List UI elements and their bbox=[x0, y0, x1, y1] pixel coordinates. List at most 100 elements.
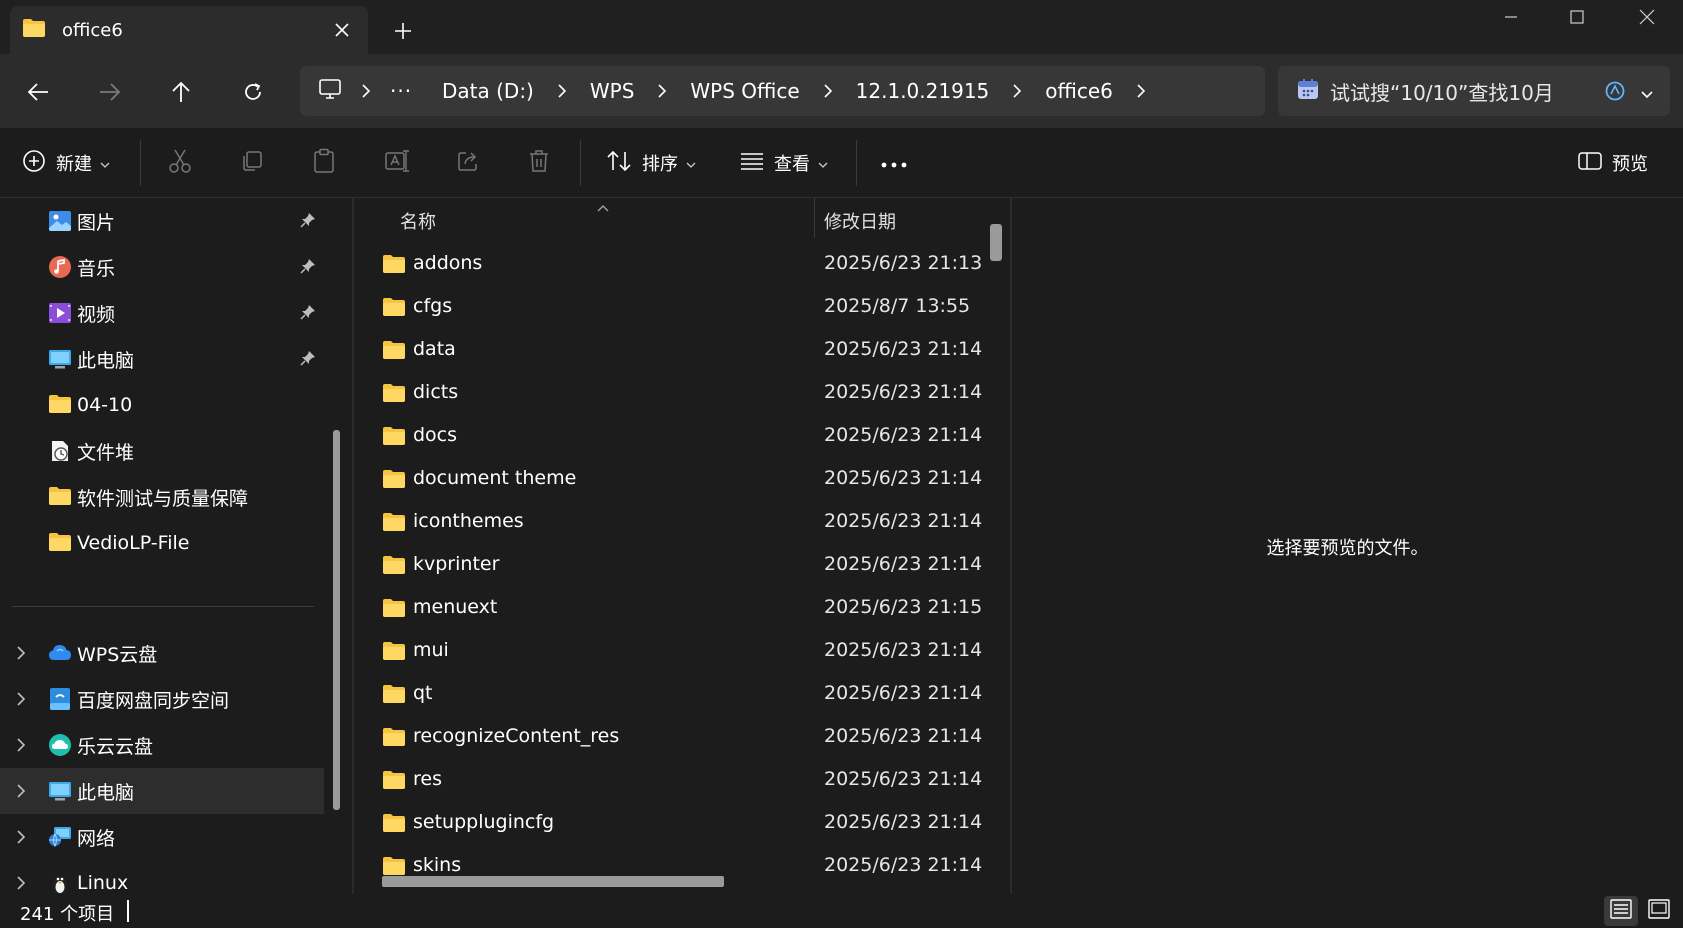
pin-icon[interactable] bbox=[300, 212, 316, 232]
pin-icon[interactable] bbox=[300, 258, 316, 278]
chevron-right-icon[interactable] bbox=[800, 83, 856, 99]
cut-button[interactable] bbox=[168, 147, 192, 179]
view-button[interactable]: 查看 bbox=[740, 147, 828, 179]
share-button[interactable] bbox=[456, 147, 480, 179]
sidebar-item-wps-cloud[interactable]: WPS云盘 bbox=[0, 630, 324, 676]
chevron-right-icon[interactable] bbox=[1113, 83, 1169, 99]
sidebar-item-this-pc[interactable]: 此电脑 bbox=[0, 768, 324, 814]
file-row[interactable]: data 2025/6/23 21:14 bbox=[354, 328, 994, 371]
folder-icon bbox=[382, 253, 406, 279]
file-row[interactable]: addons 2025/6/23 21:13 bbox=[354, 242, 994, 285]
file-row[interactable]: menuext 2025/6/23 21:15 bbox=[354, 586, 994, 629]
breadcrumb-office6[interactable]: office6 bbox=[1045, 79, 1113, 103]
chevron-right-icon[interactable] bbox=[16, 645, 26, 665]
folder-icon bbox=[48, 393, 72, 417]
rename-button[interactable] bbox=[384, 147, 410, 179]
minimize-button[interactable] bbox=[1478, 0, 1544, 34]
chevron-down-icon[interactable] bbox=[1640, 85, 1654, 104]
new-tab-button[interactable] bbox=[388, 16, 418, 46]
chevron-right-icon[interactable] bbox=[16, 875, 26, 894]
sidebar-item-videos[interactable]: 视频 bbox=[0, 290, 324, 336]
breadcrumb-wps-office[interactable]: WPS Office bbox=[690, 79, 799, 103]
close-window-button[interactable] bbox=[1614, 0, 1680, 34]
more-options-button[interactable] bbox=[880, 147, 908, 179]
refresh-button[interactable] bbox=[235, 74, 271, 110]
sidebar-item-label: 视频 bbox=[77, 303, 116, 326]
tiles-view-button[interactable] bbox=[1642, 896, 1676, 926]
chevron-right-icon[interactable] bbox=[16, 829, 26, 849]
sidebar-item-linux[interactable]: Linux bbox=[0, 860, 324, 894]
file-row[interactable]: iconthemes 2025/6/23 21:14 bbox=[354, 500, 994, 543]
sort-button[interactable]: 排序 bbox=[606, 147, 696, 179]
breadcrumb-version[interactable]: 12.1.0.21915 bbox=[856, 79, 990, 103]
file-list: 名称 修改日期 addons 2025/6/23 21:13 cfgs 2025/8/… bbox=[354, 198, 1010, 894]
chevron-right-icon[interactable] bbox=[634, 83, 690, 99]
music-icon bbox=[48, 255, 72, 279]
copy-button[interactable] bbox=[240, 147, 264, 179]
paste-button[interactable] bbox=[312, 147, 336, 179]
sidebar-item-04-10[interactable]: 04-10 bbox=[0, 382, 324, 428]
sidebar-item-vediolp-file[interactable]: VedioLP-File bbox=[0, 520, 324, 566]
column-header-modified[interactable]: 修改日期 bbox=[824, 208, 896, 234]
forward-button[interactable] bbox=[92, 74, 128, 110]
file-name: iconthemes bbox=[413, 510, 524, 532]
chevron-right-icon[interactable] bbox=[16, 691, 26, 711]
file-list-horizontal-scrollbar[interactable] bbox=[382, 876, 724, 887]
tab-title: office6 bbox=[62, 19, 123, 41]
ai-search-icon[interactable] bbox=[1604, 80, 1626, 106]
column-header-name[interactable]: 名称 bbox=[400, 208, 436, 234]
chevron-right-icon[interactable] bbox=[342, 83, 390, 99]
details-view-button[interactable] bbox=[1604, 896, 1638, 926]
sidebar-scrollbar[interactable] bbox=[333, 430, 340, 810]
breadcrumb-wps[interactable]: WPS bbox=[590, 79, 635, 103]
search-box[interactable]: 试试搜“10/10”查找10月 bbox=[1278, 66, 1670, 116]
sidebar-item-pictures[interactable]: 图片 bbox=[0, 198, 324, 244]
file-row[interactable]: qt 2025/6/23 21:14 bbox=[354, 672, 994, 715]
preview-pane-button[interactable]: 预览 bbox=[1578, 147, 1648, 179]
back-button[interactable] bbox=[20, 74, 56, 110]
delete-button[interactable] bbox=[528, 147, 550, 179]
chevron-right-icon[interactable] bbox=[534, 83, 590, 99]
chevron-right-icon[interactable] bbox=[989, 83, 1045, 99]
file-row[interactable]: setupplugincfg 2025/6/23 21:14 bbox=[354, 801, 994, 844]
file-row[interactable]: dicts 2025/6/23 21:14 bbox=[354, 371, 994, 414]
computer-icon bbox=[318, 78, 342, 104]
up-button[interactable] bbox=[163, 74, 199, 110]
file-row[interactable]: recognizeContent_res 2025/6/23 21:14 bbox=[354, 715, 994, 758]
pin-icon[interactable] bbox=[300, 304, 316, 324]
file-row[interactable]: res 2025/6/23 21:14 bbox=[354, 758, 994, 801]
breadcrumb-data-drive[interactable]: Data (D:) bbox=[442, 79, 534, 103]
sidebar-item-leyun-cloud[interactable]: 乐云云盘 bbox=[0, 722, 324, 768]
sidebar-item-software-testing[interactable]: 软件测试与质量保障 bbox=[0, 474, 324, 520]
sidebar-item-network[interactable]: 网络 bbox=[0, 814, 324, 860]
file-list-vertical-scrollbar[interactable] bbox=[990, 224, 1002, 261]
chevron-right-icon[interactable] bbox=[16, 737, 26, 757]
pin-icon[interactable] bbox=[300, 350, 316, 370]
file-row[interactable]: mui 2025/6/23 21:14 bbox=[354, 629, 994, 672]
address-bar[interactable]: ··· Data (D:) WPS WPS Office 12.1.0.2191… bbox=[300, 66, 1265, 116]
file-row[interactable]: docs 2025/6/23 21:14 bbox=[354, 414, 994, 457]
sidebar-item-music[interactable]: 音乐 bbox=[0, 244, 324, 290]
more-crumbs-button[interactable]: ··· bbox=[390, 79, 420, 103]
sidebar-item-label: 图片 bbox=[77, 211, 116, 234]
file-modified-date: 2025/6/23 21:14 bbox=[824, 467, 983, 489]
item-count: 241 个项目 bbox=[20, 904, 115, 925]
copy-icon bbox=[240, 149, 264, 177]
file-row[interactable]: cfgs 2025/8/7 13:55 bbox=[354, 285, 994, 328]
maximize-button[interactable] bbox=[1544, 0, 1610, 34]
navigation-pane: 图片 音乐 视频 此电脑 04-10 文件堆 软件测试与质量保障 VedioLP… bbox=[0, 198, 352, 894]
tab-office6[interactable]: office6 bbox=[10, 6, 368, 54]
file-modified-date: 2025/6/23 21:14 bbox=[824, 553, 983, 575]
chevron-right-icon[interactable] bbox=[16, 783, 26, 803]
file-row[interactable]: document theme 2025/6/23 21:14 bbox=[354, 457, 994, 500]
file-row[interactable]: kvprinter 2025/6/23 21:14 bbox=[354, 543, 994, 586]
sidebar-item-label: 文件堆 bbox=[77, 441, 135, 464]
close-tab-icon[interactable] bbox=[330, 18, 354, 42]
sidebar-item-baidu-netdisk[interactable]: 百度网盘同步空间 bbox=[0, 676, 324, 722]
column-resize-handle[interactable] bbox=[814, 198, 815, 238]
sidebar-item-this-pc-pinned[interactable]: 此电脑 bbox=[0, 336, 324, 382]
folder-icon bbox=[382, 425, 406, 451]
new-button[interactable]: 新建 bbox=[22, 147, 110, 179]
sidebar-item-file-pile[interactable]: 文件堆 bbox=[0, 428, 324, 474]
search-input[interactable]: 试试搜“10/10”查找10月 bbox=[1330, 77, 1554, 106]
